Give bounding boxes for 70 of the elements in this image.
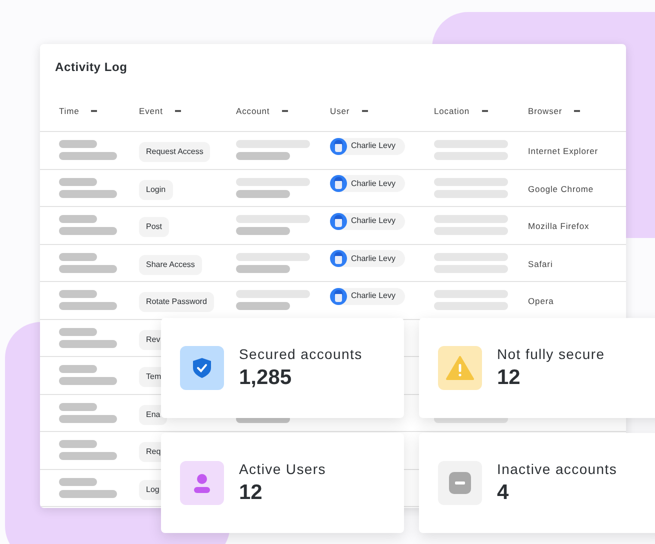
placeholder-bar (59, 402, 97, 411)
column-header[interactable]: Time (59, 105, 80, 118)
user-chip: Charlie Levy (330, 212, 406, 230)
shield-check-icon (193, 358, 211, 378)
browser-name: Google Chrome (528, 184, 594, 194)
user-icon (193, 473, 211, 493)
user-chip: Charlie Levy (330, 288, 406, 305)
placeholder-bar (59, 152, 117, 160)
placeholder-bar (59, 178, 97, 186)
sort-icon[interactable] (574, 110, 580, 113)
placeholder-bar (59, 440, 97, 448)
placeholder-bar (59, 365, 97, 374)
placeholder-bar (236, 264, 290, 273)
stat-label: Not fully secure (497, 345, 605, 364)
stat-value: 12 (497, 365, 522, 392)
placeholder-bar (59, 414, 117, 423)
browser-name: Safari (528, 258, 553, 269)
column-header[interactable]: Event (139, 105, 163, 118)
event-tag: Request Access (139, 142, 210, 162)
placeholder-bar (59, 328, 97, 336)
sort-icon[interactable] (482, 110, 488, 113)
stat-label: Secured accounts (239, 345, 362, 364)
stat-value: 4 (497, 480, 510, 506)
card-title: Activity Log (54, 59, 128, 76)
stat-value: 1,285 (239, 365, 293, 392)
placeholder-bar (59, 478, 97, 486)
placeholder-bar (236, 227, 290, 236)
placeholder-bar (236, 190, 290, 198)
warning-icon (446, 356, 474, 380)
sort-icon[interactable] (362, 110, 368, 113)
placeholder-bar (59, 140, 97, 148)
placeholder-bar (59, 252, 97, 261)
avatar-icon (330, 212, 347, 230)
column-header[interactable]: Account (236, 105, 270, 118)
stat-label: Active Users (239, 460, 326, 480)
avatar-icon (330, 288, 347, 305)
column-header[interactable]: User (330, 105, 350, 118)
placeholder-bar (59, 377, 117, 386)
placeholder-bar (59, 340, 117, 348)
placeholder-bar (59, 290, 97, 298)
avatar-icon (330, 175, 347, 192)
placeholder-bar (59, 264, 117, 273)
placeholder-bar (59, 452, 117, 460)
event-tag: Login (139, 180, 173, 200)
placeholder-bar (59, 190, 117, 198)
placeholder-bar (59, 227, 117, 236)
placeholder-bar (59, 302, 117, 310)
event-tag: Share Access (139, 254, 202, 275)
avatar-icon (330, 138, 347, 155)
placeholder-bar (59, 215, 97, 224)
placeholder-bar (59, 490, 117, 498)
sort-icon[interactable] (91, 110, 98, 113)
column-header[interactable]: Browser (528, 105, 562, 118)
user-chip: Charlie Levy (330, 175, 406, 192)
stat-value: 12 (239, 480, 264, 506)
placeholder-bar (236, 152, 290, 160)
avatar-icon (330, 250, 347, 268)
user-chip: Charlie Levy (330, 138, 406, 155)
browser-name: Opera (528, 296, 554, 306)
minus-square-icon (449, 472, 471, 494)
event-tag: Rotate Password (139, 292, 214, 312)
stat-label: Inactive accounts (497, 460, 618, 480)
event-tag: Post (139, 217, 170, 238)
user-chip: Charlie Levy (330, 250, 406, 268)
sort-icon[interactable] (174, 110, 181, 113)
browser-name: Mozilla Firefox (528, 221, 590, 232)
browser-name: Internet Explorer (528, 146, 598, 156)
sort-icon[interactable] (282, 110, 288, 113)
placeholder-bar (236, 302, 290, 310)
column-header[interactable]: Location (434, 105, 470, 118)
